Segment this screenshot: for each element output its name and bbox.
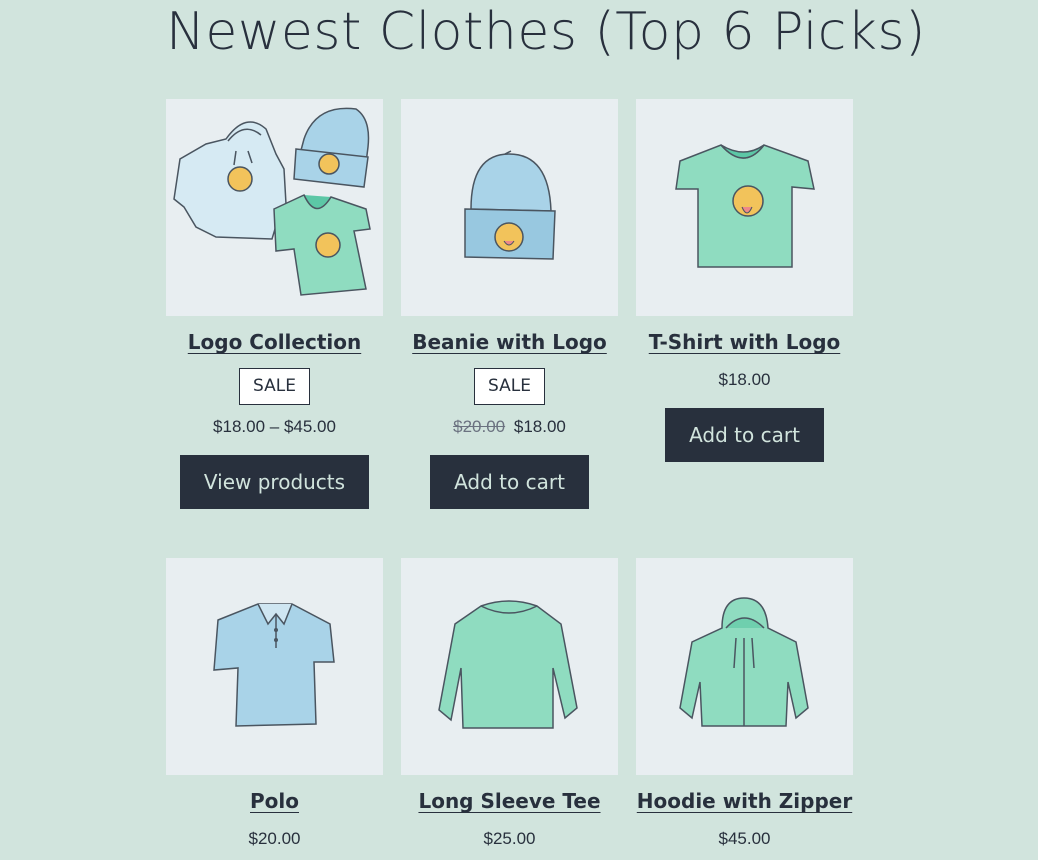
product-card-tshirt-with-logo: T-Shirt with Logo $18.00 Add to cart (636, 99, 853, 462)
product-price: $18.00 (718, 370, 771, 389)
logo-collection-image[interactable] (166, 99, 383, 316)
product-price: $45.00 (718, 829, 771, 848)
product-price: $25.00 (483, 829, 536, 848)
page-title: Newest Clothes (Top 6 Picks) (166, 2, 926, 62)
product-title-link[interactable]: T-Shirt with Logo (649, 330, 841, 354)
add-to-cart-button[interactable]: Add to cart (665, 408, 824, 462)
polo-image[interactable] (166, 558, 383, 775)
beanie-image[interactable] (401, 99, 618, 316)
product-card-polo: Polo $20.00 (166, 558, 383, 849)
product-title-link[interactable]: Hoodie with Zipper (637, 789, 852, 813)
tshirt-image[interactable] (636, 99, 853, 316)
add-to-cart-button[interactable]: Add to cart (430, 455, 589, 509)
product-card-logo-collection: Logo Collection SALE $18.00 – $45.00 Vie… (166, 99, 383, 509)
product-title-link[interactable]: Long Sleeve Tee (418, 789, 600, 813)
product-card-long-sleeve-tee: Long Sleeve Tee $25.00 (401, 558, 618, 849)
product-title-link[interactable]: Polo (250, 789, 299, 813)
product-price: $18.00 – $45.00 (213, 417, 336, 436)
product-card-beanie-with-logo: Beanie with Logo SALE $20.00 $18.00 Add … (401, 99, 618, 509)
product-price: $20.00 (248, 829, 301, 848)
sale-badge: SALE (474, 368, 545, 405)
sale-badge: SALE (239, 368, 310, 405)
product-title-link[interactable]: Beanie with Logo (412, 330, 607, 354)
original-price: $20.00 (453, 417, 506, 436)
long-sleeve-tee-image[interactable] (401, 558, 618, 775)
hoodie-zipper-image[interactable] (636, 558, 853, 775)
product-price: $20.00 $18.00 (401, 417, 618, 437)
product-card-hoodie-with-zipper: Hoodie with Zipper $45.00 (636, 558, 853, 849)
view-products-button[interactable]: View products (179, 455, 370, 509)
sale-price: $18.00 (513, 417, 566, 436)
product-title-link[interactable]: Logo Collection (188, 330, 361, 354)
